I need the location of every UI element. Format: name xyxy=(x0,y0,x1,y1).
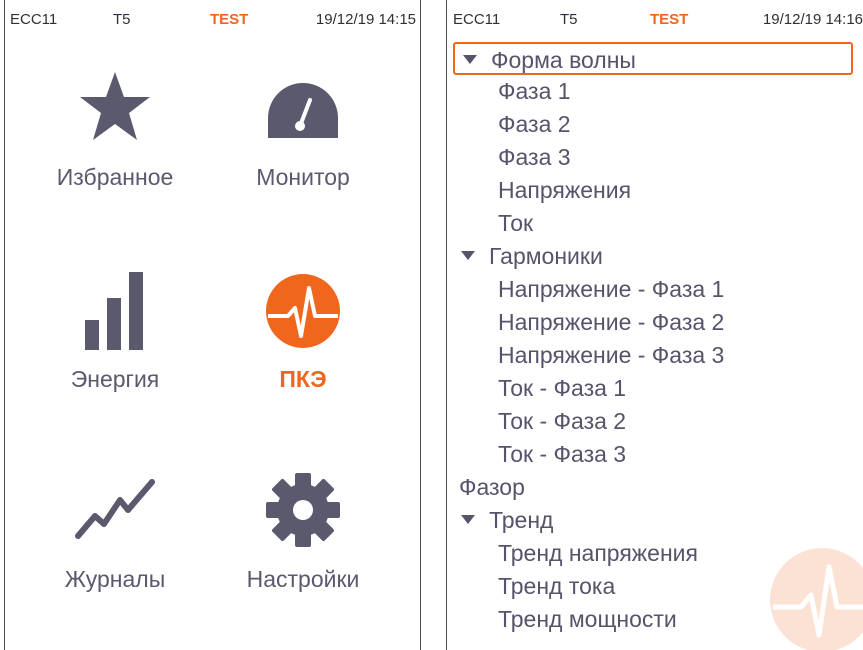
trend-line-icon xyxy=(75,479,155,539)
tree-item-label: Фаза 3 xyxy=(498,144,571,170)
caret-down-icon xyxy=(461,251,475,261)
tree-item-label: Напряжение - Фаза 3 xyxy=(498,342,725,368)
tree-item-label: Тренд xyxy=(489,507,554,533)
tree-item[interactable]: Ток - Фаза 2 xyxy=(453,405,853,438)
tile-logs[interactable]: Журналы xyxy=(15,462,215,650)
tile-settings[interactable]: Настройки xyxy=(203,462,403,650)
device-id: ECC11 xyxy=(10,11,58,28)
tree-item[interactable]: Напряжения xyxy=(453,174,853,207)
tree-item[interactable]: Напряжение - Фаза 2 xyxy=(453,306,853,339)
caret-down-icon xyxy=(463,55,477,65)
tree-item-label: Форма волны xyxy=(491,47,636,73)
status-bar: ECC11 T5 TEST 19/12/19 14:16 xyxy=(447,0,863,28)
device-id: ECC11 xyxy=(453,11,501,28)
gauge-icon xyxy=(268,83,338,138)
tile-energy[interactable]: Энергия xyxy=(15,262,215,452)
tile-label: Настройки xyxy=(246,566,360,592)
tree-item-label: Напряжение - Фаза 1 xyxy=(498,276,725,302)
tree-item-label: Ток - Фаза 2 xyxy=(498,408,627,434)
power-quality-menu-screen: ECC11 T5 TEST 19/12/19 14:16 Форма волны… xyxy=(446,0,863,650)
tree-item-harmonics[interactable]: Гармоники xyxy=(453,240,853,273)
tree-item-trend[interactable]: Тренд xyxy=(453,504,853,537)
pulse-wave-icon xyxy=(266,274,340,348)
tree-item[interactable]: Фаза 2 xyxy=(453,108,853,141)
caret-down-icon xyxy=(461,515,475,525)
tree-item-label: Напряжения xyxy=(498,177,632,203)
tree-item-label: Тренд мощности xyxy=(498,606,677,632)
star-icon xyxy=(80,72,150,140)
status-bar: ECC11 T5 TEST 19/12/19 14:15 xyxy=(5,0,420,28)
tree-item-label: Гармоники xyxy=(489,243,603,269)
tile-monitor[interactable]: Монитор xyxy=(203,60,403,250)
unit-id: T5 xyxy=(560,11,578,28)
tree-item-label: Ток - Фаза 1 xyxy=(498,375,627,401)
main-menu-screen: ECC11 T5 TEST 19/12/19 14:15 Избранное М… xyxy=(4,0,421,650)
tile-label: Монитор xyxy=(256,164,350,190)
tree-item[interactable]: Фаза 3 xyxy=(453,141,853,174)
tile-label: Журналы xyxy=(64,566,166,592)
tree-item[interactable]: Ток xyxy=(453,207,853,240)
datetime: 19/12/19 14:16 xyxy=(762,11,863,28)
tree-item[interactable]: Напряжение - Фаза 1 xyxy=(453,273,853,306)
tile-favorites[interactable]: Избранное xyxy=(15,60,215,250)
mode-indicator: TEST xyxy=(650,11,689,28)
tree-item-label: Ток - Фаза 3 xyxy=(498,441,627,467)
tree-item-label: Напряжение - Фаза 2 xyxy=(498,309,725,335)
tree-item[interactable]: Тренд мощности xyxy=(453,603,853,636)
tree-item-phasor[interactable]: Фазор xyxy=(453,471,853,504)
mode-indicator: TEST xyxy=(210,11,249,28)
tile-label: Энергия xyxy=(70,366,160,392)
tree-item-label: Фаза 2 xyxy=(498,111,571,137)
tree-item-label: Тренд тока xyxy=(498,573,616,599)
tree-item[interactable]: Напряжение - Фаза 3 xyxy=(453,339,853,372)
tile-power-quality[interactable]: ПКЭ xyxy=(203,262,403,452)
tree-item[interactable]: Тренд тока xyxy=(453,570,853,603)
tree-item[interactable]: Ток - Фаза 1 xyxy=(453,372,853,405)
tile-label: ПКЭ xyxy=(279,366,327,392)
datetime: 19/12/19 14:15 xyxy=(315,11,416,28)
tree-item-waveform[interactable]: Форма волны xyxy=(453,42,853,75)
tree-item-label: Фаза 1 xyxy=(498,78,571,104)
tree-item[interactable]: Тренд напряжения xyxy=(453,537,853,570)
tree-item[interactable]: Ток - Фаза 3 xyxy=(453,438,853,471)
tree-item-label: Ток xyxy=(498,210,534,236)
tile-label: Избранное xyxy=(56,164,174,190)
tree-item-label: Фазор xyxy=(459,474,525,500)
bar-chart-icon xyxy=(85,272,143,350)
gear-icon xyxy=(266,473,340,547)
tree-item-label: Тренд напряжения xyxy=(498,540,698,566)
tree-item[interactable]: Фаза 1 xyxy=(453,75,853,108)
unit-id: T5 xyxy=(113,11,131,28)
